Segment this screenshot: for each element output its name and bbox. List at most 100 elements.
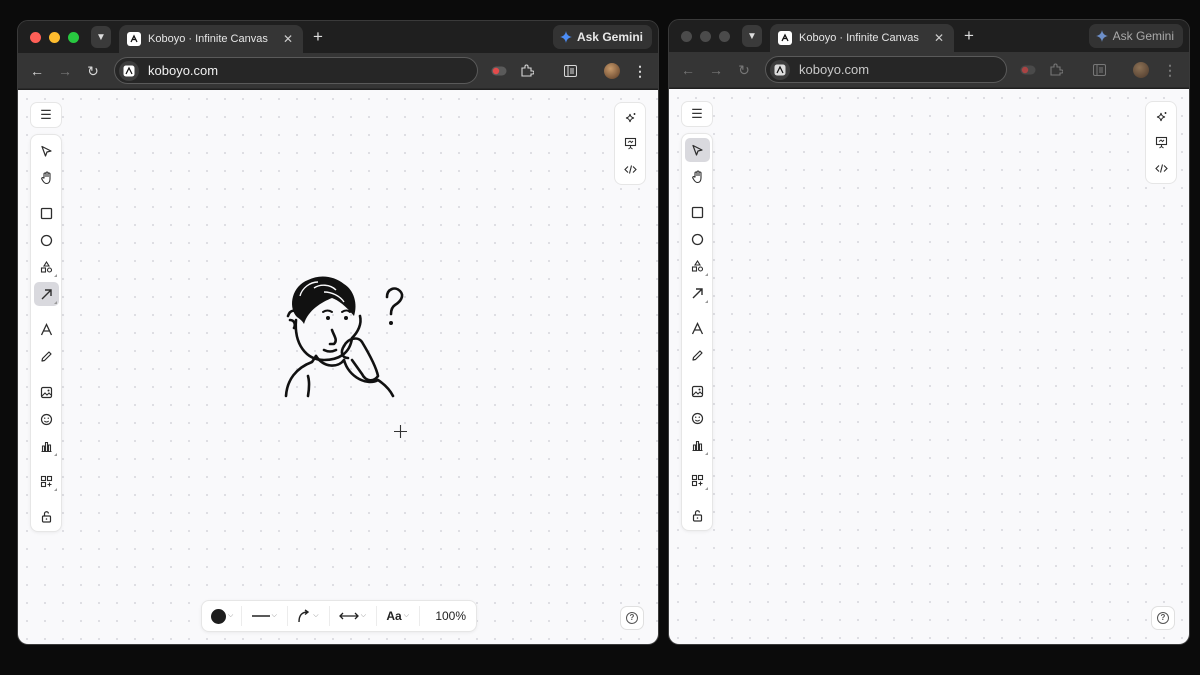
- infinite-canvas[interactable]: ☰: [669, 89, 1189, 644]
- lock-tool[interactable]: [34, 504, 59, 528]
- forward-arrow-icon[interactable]: →: [56, 62, 74, 80]
- chart-tool[interactable]: [685, 433, 710, 457]
- chevron-down-icon: ▼: [747, 30, 757, 42]
- forward-arrow-icon[interactable]: →: [707, 61, 725, 79]
- tab-search-button[interactable]: ▼: [742, 25, 762, 47]
- reading-mode-icon[interactable]: [1090, 61, 1108, 79]
- minimize-window-button[interactable]: [49, 32, 60, 43]
- emoji-tool[interactable]: [34, 407, 59, 431]
- hand-icon: [40, 171, 51, 185]
- reload-icon[interactable]: ↻: [735, 61, 753, 79]
- browser-tab[interactable]: Koboyo · Infinite Canvas ✕: [119, 25, 303, 53]
- ask-gemini-label: Ask Gemini: [1112, 29, 1174, 43]
- rectangle-icon: [40, 207, 53, 219]
- maximize-window-button[interactable]: [719, 31, 730, 42]
- tab-search-button[interactable]: ▼: [91, 26, 111, 48]
- window-controls: [30, 32, 79, 43]
- hamburger-icon: ☰: [40, 107, 52, 122]
- ellipse-tool[interactable]: [34, 228, 59, 252]
- main-menu-button[interactable]: ☰: [30, 102, 62, 128]
- text-tool[interactable]: [34, 317, 59, 341]
- ellipse-tool[interactable]: [685, 227, 710, 251]
- tab-title: Koboyo · Infinite Canvas: [148, 33, 268, 45]
- widgets-icon: [40, 475, 53, 487]
- ask-gemini-label: Ask Gemini: [576, 30, 643, 44]
- rectangle-tool[interactable]: [685, 200, 710, 224]
- infinite-canvas[interactable]: ☰: [18, 90, 658, 644]
- help-icon: ?: [626, 612, 638, 624]
- arrow-tool[interactable]: [34, 282, 59, 306]
- extension-toggle-icon[interactable]: [490, 62, 508, 80]
- more-menu-icon[interactable]: ⋮: [1161, 61, 1179, 79]
- pencil-tool[interactable]: [685, 343, 710, 367]
- ask-gemini-button[interactable]: Ask Gemini: [1088, 24, 1183, 48]
- extension-toggle-icon[interactable]: [1019, 61, 1037, 79]
- close-tab-icon[interactable]: ✕: [281, 32, 295, 46]
- more-menu-icon[interactable]: ⋮: [631, 62, 649, 80]
- crosshair-cursor-icon: [394, 425, 407, 438]
- new-tab-button[interactable]: +: [960, 26, 978, 46]
- select-tool[interactable]: [34, 139, 59, 163]
- embed-code-button[interactable]: [618, 158, 643, 180]
- close-tab-icon[interactable]: ✕: [932, 31, 946, 45]
- shapes-tool[interactable]: [34, 255, 59, 279]
- back-arrow-icon[interactable]: ←: [28, 62, 46, 80]
- browser-window-left: ▼ Koboyo · Infinite Canvas ✕ + Ask Gemin…: [17, 20, 659, 645]
- lock-tool[interactable]: [685, 503, 710, 527]
- text-tool[interactable]: [685, 316, 710, 340]
- widgets-icon: [691, 474, 704, 486]
- close-window-button[interactable]: [30, 32, 41, 43]
- widgets-tool[interactable]: [34, 469, 59, 493]
- help-button[interactable]: ?: [1151, 606, 1175, 630]
- arrow-tool[interactable]: [685, 281, 710, 305]
- embed-code-button[interactable]: [1149, 157, 1174, 179]
- font-picker[interactable]: Aa ⌵: [376, 601, 419, 631]
- new-tab-button[interactable]: +: [309, 27, 327, 47]
- stroke-color-picker[interactable]: ⌵: [202, 601, 241, 631]
- maximize-window-button[interactable]: [68, 32, 79, 43]
- arrow-type-picker[interactable]: ⌵: [287, 601, 328, 631]
- profile-avatar[interactable]: [1133, 62, 1149, 78]
- extensions-puzzle-icon[interactable]: [1047, 61, 1065, 79]
- back-arrow-icon[interactable]: ←: [679, 61, 697, 79]
- arrowhead-picker[interactable]: ⌵: [329, 601, 376, 631]
- shapes-tool[interactable]: [685, 254, 710, 278]
- ai-assistant-button[interactable]: [1149, 106, 1174, 128]
- ask-gemini-button[interactable]: Ask Gemini: [552, 25, 652, 49]
- pencil-tool[interactable]: [34, 344, 59, 368]
- reading-mode-icon[interactable]: [561, 62, 579, 80]
- presentation-button[interactable]: [1149, 131, 1174, 153]
- close-window-button[interactable]: [681, 31, 692, 42]
- omnibox[interactable]: koboyo.com: [114, 57, 478, 84]
- reload-icon[interactable]: ↻: [84, 62, 102, 80]
- stroke-style-picker[interactable]: ⌵: [242, 601, 287, 631]
- emoji-tool[interactable]: [685, 406, 710, 430]
- minimize-window-button[interactable]: [700, 31, 711, 42]
- omnibox[interactable]: koboyo.com: [765, 56, 1007, 83]
- main-menu-button[interactable]: ☰: [681, 101, 713, 127]
- widgets-tool[interactable]: [685, 468, 710, 492]
- site-info-icon[interactable]: [770, 59, 790, 80]
- profile-avatar[interactable]: [604, 63, 620, 79]
- chart-tool[interactable]: [34, 434, 59, 458]
- image-tool[interactable]: [685, 379, 710, 403]
- ai-sparkle-icon: [1156, 111, 1167, 121]
- chevron-down-icon: ▼: [96, 31, 106, 43]
- image-tool[interactable]: [34, 380, 59, 404]
- browser-tab[interactable]: Koboyo · Infinite Canvas ✕: [770, 24, 954, 52]
- thinking-person-illustration[interactable]: [278, 268, 408, 400]
- select-tool[interactable]: [685, 138, 710, 162]
- site-info-icon[interactable]: [119, 60, 139, 81]
- presentation-button[interactable]: [618, 132, 643, 154]
- hand-tool[interactable]: [34, 166, 59, 190]
- code-icon: [1155, 163, 1168, 173]
- window-controls: [681, 31, 730, 42]
- rectangle-tool[interactable]: [34, 201, 59, 225]
- browser-window-right: ▼ Koboyo · Infinite Canvas ✕ + Ask Gemin…: [668, 19, 1190, 645]
- extensions-puzzle-icon[interactable]: [518, 62, 536, 80]
- curved-arrow-icon: [298, 609, 310, 623]
- ai-assistant-button[interactable]: [618, 107, 643, 129]
- hand-tool[interactable]: [685, 165, 710, 189]
- help-button[interactable]: ?: [620, 606, 644, 630]
- zoom-control[interactable]: 100%: [419, 601, 476, 631]
